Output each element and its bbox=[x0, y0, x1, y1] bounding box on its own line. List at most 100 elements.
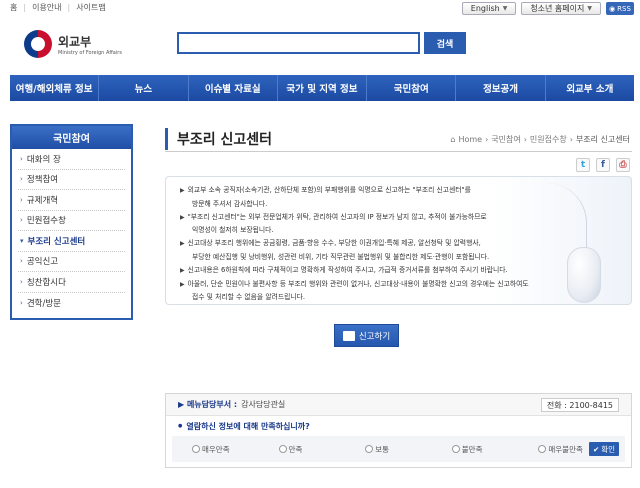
sidebar-item-petition[interactable]: › 민원접수창 bbox=[18, 211, 125, 231]
confirm-button[interactable]: ✔ 확인 bbox=[589, 442, 619, 456]
logo-subtitle: Ministry of Foreign Affairs bbox=[58, 49, 122, 56]
check-icon: ✔ bbox=[592, 444, 600, 454]
taegeuk-emblem-icon bbox=[24, 30, 52, 58]
breadcrumb-current: 부조리 신고센터 bbox=[575, 135, 630, 144]
option-satisfied[interactable]: 만족 bbox=[278, 444, 366, 455]
home-icon: ⌂ bbox=[450, 135, 456, 144]
department-value: 감사담당관실 bbox=[241, 400, 286, 409]
sidebar: 국민참여 › 대화의 장 › 정책참여 › 규제개혁 › 민원접수창 ▾ 부조리 신고센터… bbox=[10, 124, 133, 320]
report-button[interactable]: 신고하기 bbox=[334, 324, 399, 347]
sidebar-item-label: 칭찬합시다 bbox=[26, 277, 66, 288]
chevron-down-icon: ▼ bbox=[502, 5, 508, 12]
rss-button[interactable]: ◉ RSS bbox=[606, 2, 634, 15]
sidebar-item-dialogue[interactable]: › 대화의 장 bbox=[18, 149, 125, 170]
sidebar-item-praise[interactable]: › 칭찬합시다 bbox=[18, 272, 125, 293]
radio-button[interactable] bbox=[192, 445, 200, 453]
chevron-right-icon: › bbox=[485, 135, 489, 144]
option-very-satisfied[interactable]: 매우만족 bbox=[192, 444, 279, 455]
notice-line-text: 접수 및 처리할 수 없음을 알려드립니다. bbox=[192, 293, 306, 302]
nav-travel[interactable]: 여행/해외체류 정보 bbox=[10, 75, 100, 101]
sidebar-item-visit[interactable]: › 견학/방문 bbox=[18, 293, 125, 314]
notice-line-text: "부조리 신고센터"는 외부 전문업체가 위탁, 관리하여 신고자의 IP 정보… bbox=[187, 212, 487, 221]
language-select[interactable]: English ▼ bbox=[461, 2, 517, 15]
chevron-right-icon: › bbox=[569, 135, 573, 144]
sidebar-item-public-interest[interactable]: › 공익신고 bbox=[18, 252, 125, 272]
department-label: ▶ 메뉴담당부서 : bbox=[178, 400, 238, 409]
satisfaction-survey: ▶ 메뉴담당부서 : 감사담당관실 전화 : 2100-8415 ● 열람하신 정… bbox=[165, 393, 632, 468]
option-dissatisfied[interactable]: 불만족 bbox=[451, 444, 539, 455]
notice-line-text: 신고대상 부조리 행위에는 공금횡령, 금품·향응 수수, 부당한 이권개입·특… bbox=[187, 239, 481, 248]
search-button[interactable]: 검색 bbox=[424, 32, 466, 54]
sitemap-link[interactable]: 사이트맵 bbox=[76, 2, 105, 13]
sidebar-item-label: 민원접수창 bbox=[26, 216, 66, 227]
facebook-icon[interactable]: f bbox=[596, 158, 610, 172]
guide-link[interactable]: 이용안내 bbox=[32, 2, 61, 13]
logo-title: 외교부 bbox=[58, 34, 92, 49]
twitter-icon[interactable]: t bbox=[576, 158, 590, 172]
nav-issues[interactable]: 이슈별 자료실 bbox=[189, 75, 278, 101]
breadcrumb-item[interactable]: 민원접수창 bbox=[530, 134, 567, 145]
option-label: 만족 bbox=[288, 444, 303, 454]
notice-line-text: 부당한 예산집행 및 낭비행위, 성관련 비위, 기타 직무관련 불법행위 및 … bbox=[192, 252, 490, 261]
department-info: ▶ 메뉴담당부서 : 감사담당관실 전화 : 2100-8415 bbox=[166, 394, 631, 416]
youth-site-select[interactable]: 청소년 홈페이지 ▼ bbox=[521, 2, 601, 15]
top-right-links: English ▼ 청소년 홈페이지 ▼ ◉ RSS bbox=[461, 2, 634, 15]
radio-button[interactable] bbox=[278, 445, 287, 453]
breadcrumb: ⌂ Home › 국민참여 › 민원접수창 › 부조리 신고센터 bbox=[450, 134, 630, 145]
survey-question: ● 열람하신 정보에 대해 만족하십니까? bbox=[166, 416, 631, 436]
radio-button[interactable] bbox=[451, 445, 460, 453]
arrow-bullet-icon: ▶ bbox=[180, 187, 185, 194]
survey-question-text: 열람하신 정보에 대해 만족하십니까? bbox=[186, 421, 310, 431]
rss-icon: ◉ bbox=[609, 4, 616, 13]
top-utility-links: 홈 | 이용안내 | 사이트맵 bbox=[10, 2, 106, 13]
sidebar-item-label: 대화의 장 bbox=[26, 154, 61, 165]
phone-number: 전화 : 2100-8415 bbox=[540, 398, 619, 412]
mouse-illustration bbox=[567, 247, 601, 303]
sidebar-item-regulation[interactable]: › 규제개혁 bbox=[18, 190, 125, 211]
main-nav: 여행/해외체류 정보 뉴스 이슈별 자료실 국가 및 지역 정보 국민참여 정보… bbox=[10, 75, 634, 101]
breadcrumb-item[interactable]: 국민참여 bbox=[491, 134, 520, 145]
nav-news[interactable]: 뉴스 bbox=[99, 75, 189, 101]
notice-line: 부당한 예산집행 및 낭비행위, 성관련 비위, 기타 직무관련 불법행위 및 … bbox=[180, 251, 631, 264]
bullet-icon: › bbox=[20, 257, 23, 266]
breadcrumb-item[interactable]: Home bbox=[458, 135, 482, 144]
arrow-bullet-icon: ▶ bbox=[180, 240, 185, 248]
notice-line: ▶ 아울러, 단순 민원이나 불편사항 등 부조리 행위와 관련이 없거나, 신고… bbox=[180, 278, 631, 292]
option-label: 매우만족 bbox=[202, 444, 230, 454]
notice-box: ▶ 외교부 소속 공직자(소속기관, 산하단체 포함)의 부패행위를 익명으로 신… bbox=[165, 176, 632, 305]
document-pen-icon bbox=[342, 330, 355, 341]
youth-site-label: 청소년 홈페이지 bbox=[530, 4, 585, 13]
page-title: 부조리 신고센터 bbox=[177, 132, 273, 148]
bullet-icon: › bbox=[20, 195, 23, 204]
nav-participation[interactable]: 국민참여 bbox=[367, 75, 457, 101]
sidebar-item-policy[interactable]: › 정책참여 bbox=[18, 170, 125, 190]
nav-about[interactable]: 외교부 소개 bbox=[546, 75, 634, 101]
bullet-icon: › bbox=[20, 175, 23, 184]
arrow-bullet-icon: ▶ bbox=[180, 266, 185, 274]
sidebar-item-corruption-report[interactable]: ▾ 부조리 신고센터 bbox=[18, 231, 125, 252]
search-input[interactable] bbox=[177, 32, 420, 54]
chevron-down-icon: ▾ bbox=[20, 236, 24, 245]
option-neutral[interactable]: 보통 bbox=[365, 444, 452, 455]
nav-disclosure[interactable]: 정보공개 bbox=[456, 75, 546, 101]
site-logo[interactable]: 외교부 Ministry of Foreign Affairs bbox=[24, 30, 122, 58]
home-link[interactable]: 홈 bbox=[10, 2, 17, 13]
radio-button[interactable] bbox=[538, 445, 547, 453]
sidebar-item-label: 규제개혁 bbox=[26, 195, 59, 206]
sidebar-item-label: 견학/방문 bbox=[26, 298, 61, 309]
radio-button[interactable] bbox=[365, 445, 374, 453]
chevron-right-icon: › bbox=[523, 135, 527, 144]
notice-line-text: 아울러, 단순 민원이나 불편사항 등 부조리 행위와 관련이 없거나, 신고대… bbox=[187, 279, 529, 288]
share-buttons: t f ⎙ bbox=[576, 158, 630, 172]
print-icon[interactable]: ⎙ bbox=[616, 158, 630, 172]
nav-countries[interactable]: 국가 및 지역 정보 bbox=[278, 75, 368, 101]
option-label: 보통 bbox=[375, 444, 389, 454]
sidebar-item-label: 정책참여 bbox=[26, 175, 59, 186]
sidebar-title: 국민참여 bbox=[12, 126, 131, 149]
bullet-icon: › bbox=[20, 298, 23, 307]
bullet-icon: › bbox=[20, 154, 23, 163]
notice-line-text: 외교부 소속 공직자(소속기관, 산하단체 포함)의 부패행위를 익명으로 신고… bbox=[187, 186, 471, 194]
divider: | bbox=[23, 3, 27, 12]
arrow-bullet-icon: ▶ bbox=[180, 280, 185, 288]
sidebar-item-label: 공익신고 bbox=[26, 257, 59, 268]
